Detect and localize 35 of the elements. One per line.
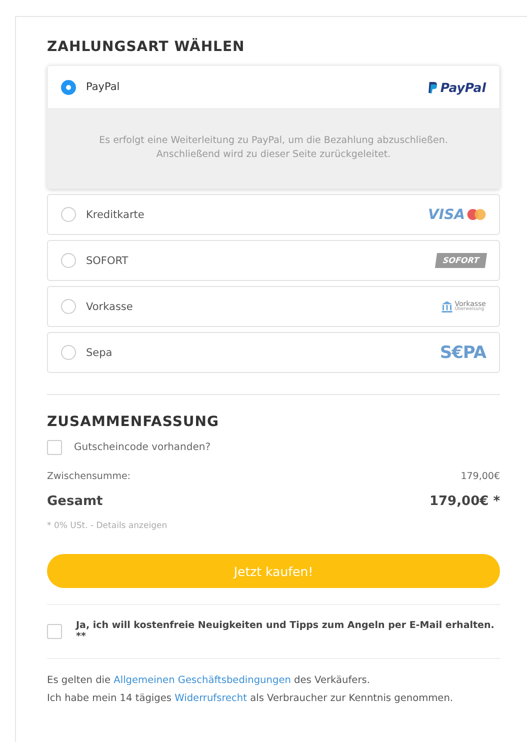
- subtotal-value: 179,00€: [460, 471, 500, 482]
- legal-text: Es gelten die Allgemeinen Geschäftsbedingungen des Verkäufers.: [47, 674, 371, 688]
- option-label: PayPal: [86, 81, 121, 93]
- paypal-mark-icon: [427, 80, 438, 94]
- radio-button[interactable]: [61, 253, 76, 268]
- total-value: 179,00€ *: [429, 494, 500, 509]
- subtotal-label: Zwischensumme:: [47, 471, 131, 482]
- sofort-logo: SOFORT: [434, 253, 488, 268]
- section-title: ZUSAMMENFASSUNG: [47, 414, 220, 430]
- payment-option[interactable]: PayPal PayPal Es erfolgt eine Weiterleitung zu PayPal, um die Bezahlung abzuschließen. Anschließend wird zu dieser Seite zurückgeleitet.: [47, 65, 500, 189]
- bank-icon: [440, 300, 453, 313]
- checkbox[interactable]: [47, 440, 62, 455]
- payment-option[interactable]: SOFORT SOFORT: [47, 240, 500, 281]
- card-circles-icon: [467, 209, 486, 220]
- payment-option[interactable]: Sepa S€PA: [47, 332, 500, 373]
- radio-button[interactable]: [61, 299, 76, 314]
- option-label: SOFORT: [86, 254, 130, 266]
- radio-button[interactable]: [61, 345, 76, 360]
- payment-option[interactable]: Kreditkarte VISA: [47, 194, 500, 235]
- radio-button[interactable]: [61, 207, 76, 222]
- sepa-logo: S€PA: [440, 342, 486, 362]
- option-label: Vorkasse: [86, 300, 134, 312]
- option-description: Anschließend wird zu dieser Seite zurückgeleitet.: [156, 149, 391, 160]
- radio-button[interactable]: [61, 80, 76, 94]
- checkbox[interactable]: [47, 624, 62, 638]
- option-label: Sepa: [86, 346, 114, 358]
- checkbox-label: Ja, ich will kostenfreie Neuigkeiten und Tipps zum Angeln per E-Mail erhalten. **: [76, 620, 496, 642]
- option-label: Kreditkarte: [86, 208, 146, 220]
- total-label: Gesamt: [47, 494, 103, 509]
- legal-text: Ich habe mein 14 tägiges Widerrufsrecht als Verbraucher zur Kenntnis genommen.: [47, 692, 454, 706]
- paypal-logo: PayPal: [440, 80, 486, 94]
- section-title: ZAHLUNGSART WÄHLEN: [47, 39, 246, 55]
- visa-logo: VISA: [428, 206, 465, 222]
- checkbox-label: Gutscheincode vorhanden?: [74, 442, 211, 453]
- option-description: Es erfolgt eine Weiterleitung zu PayPal, um die Bezahlung abzuschließen.: [99, 135, 448, 146]
